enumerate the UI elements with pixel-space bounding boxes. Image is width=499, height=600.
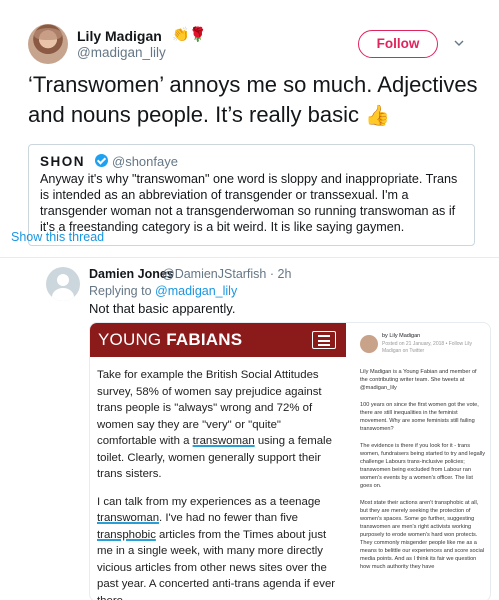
reply-text: Not that basic apparently.: [89, 301, 236, 316]
quote-author-handle: @shonfaye: [112, 154, 178, 169]
sidebar-paragraph: The evidence is there if you look for it…: [360, 443, 485, 489]
logo-bold: FABIANS: [166, 330, 243, 349]
article-text: Take for example the British Social Atti…: [97, 367, 342, 600]
show-thread-link[interactable]: Show this thread: [11, 230, 104, 244]
sidebar-paragraph: 100 years on since the first women got t…: [360, 402, 479, 432]
menu-icon: [312, 331, 336, 349]
sidebar-meta: Posted on 21 January, 2018 • Follow Lily…: [382, 341, 473, 354]
replying-to: Replying to @madigan_lily: [89, 284, 237, 298]
tweet-text: ‘Transwomen’ annoys me so much. Adjectiv…: [28, 70, 478, 131]
sidebar-paragraph: Most state their actions aren't transpho…: [360, 500, 485, 570]
author-name[interactable]: Lily Madigan: [77, 28, 162, 44]
author-handle[interactable]: @madigan_lily: [77, 45, 166, 60]
follow-button[interactable]: Follow: [358, 30, 438, 58]
verified-icon: [95, 154, 108, 167]
tweet-body: ‘Transwomen’ annoys me so much. Adjectiv…: [28, 72, 478, 127]
chevron-down-icon[interactable]: [454, 38, 464, 48]
sidebar-text: Lily Madigan is a Young Fabian and membe…: [360, 368, 485, 580]
fabians-logo: YOUNG FABIANS: [98, 330, 242, 350]
replying-label: Replying to: [89, 284, 152, 298]
logo-light: YOUNG: [98, 330, 167, 349]
attached-screenshot[interactable]: YOUNG FABIANS Take for example the Briti…: [89, 322, 491, 600]
main-tweet: Lily Madigan 👏🌹 @madigan_lily Follow ‘Tr…: [0, 0, 499, 258]
thumbs-up-emoji: 👍: [365, 105, 391, 127]
avatar[interactable]: [28, 24, 68, 64]
article-paragraph: I can talk from my experiences as a teen…: [97, 495, 336, 600]
avatar[interactable]: [46, 267, 80, 301]
sidebar-paragraph: Lily Madigan is a Young Fabian and membe…: [360, 369, 477, 391]
article-paragraph: Take for example the British Social Atti…: [97, 369, 332, 480]
quote-text: Anyway it's why "transwoman" one word is…: [40, 172, 458, 234]
article-sidebar: by Lily Madigan Posted on 21 January, 20…: [352, 323, 490, 600]
quote-author-name: SHON: [40, 154, 86, 169]
reply-tweet: Damien Jones @DamienJStarfish · 2h Reply…: [0, 259, 499, 600]
sidebar-byline: by Lily Madigan: [382, 333, 421, 339]
avatar: [360, 335, 378, 353]
fabians-header: YOUNG FABIANS: [90, 323, 346, 357]
replying-handle-link[interactable]: @madigan_lily: [155, 284, 237, 298]
author-emoji: 👏🌹: [172, 26, 207, 42]
reply-author-handle[interactable]: @DamienJStarfish · 2h: [162, 267, 291, 281]
